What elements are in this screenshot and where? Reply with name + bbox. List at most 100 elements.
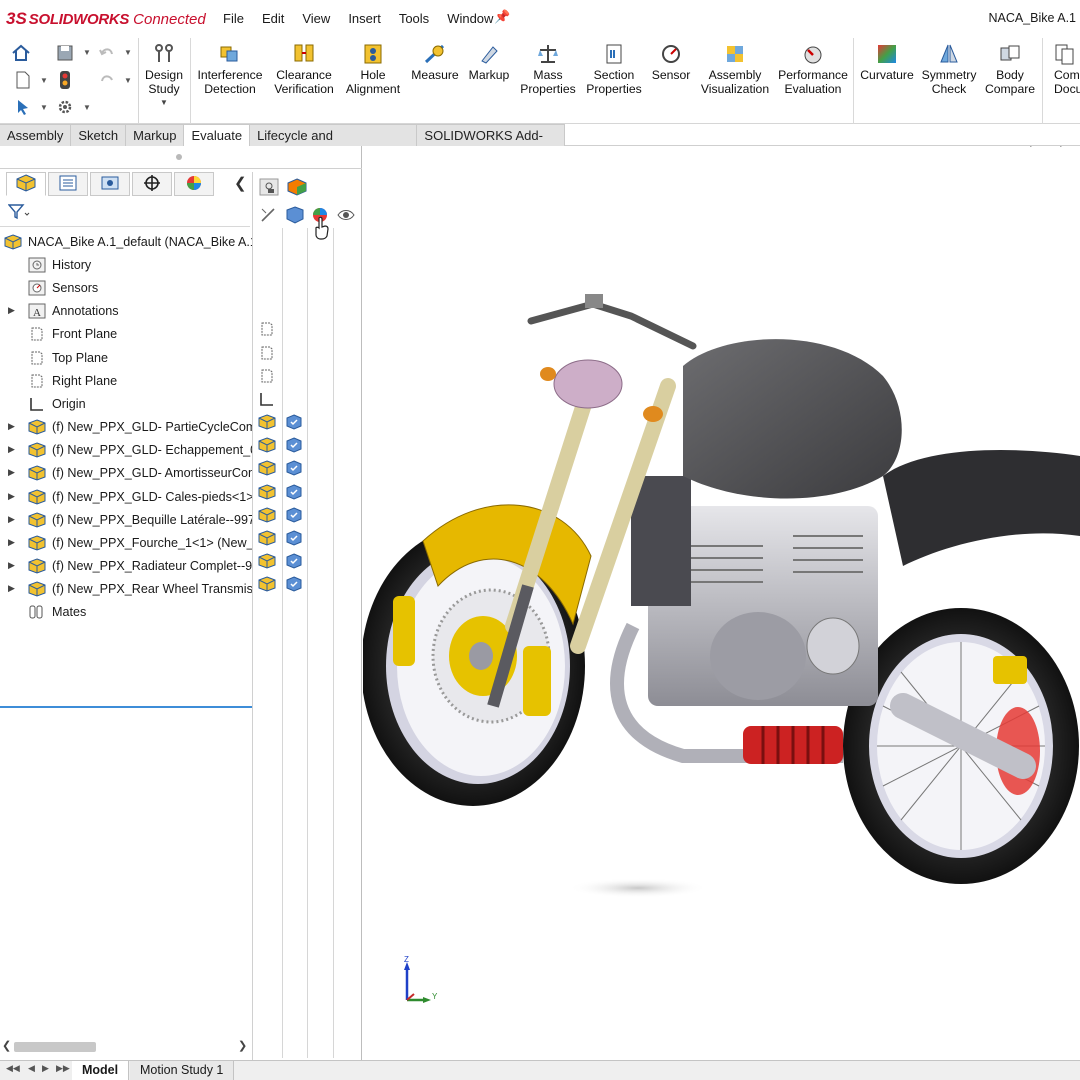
component-visibility-icon[interactable] (258, 529, 276, 547)
first-tab-icon[interactable]: ◀◀ (6, 1063, 20, 1074)
body-compare-button[interactable]: Body Compare (982, 42, 1038, 96)
clearance-verification-button[interactable]: Clearance Verification (272, 42, 336, 96)
origin-visibility-icon[interactable] (258, 390, 276, 408)
tab-configuration-manager[interactable] (90, 172, 130, 196)
motorcycle-model[interactable] (363, 146, 1080, 1060)
tab-sketch[interactable]: Sketch (71, 124, 127, 146)
tree-item-f-new-ppx-gld-echappement-0[interactable]: ▶ (f) New_PPX_GLD- Echappement_0< (0, 438, 252, 461)
tree-item-front-plane[interactable]: Front Plane (0, 322, 252, 345)
last-tab-icon[interactable]: ▶▶ (56, 1063, 70, 1074)
interference-detection-button[interactable]: Interference Detection (195, 42, 265, 96)
transparency-eye-icon[interactable] (335, 204, 357, 226)
chevron-down-icon[interactable]: ▼ (124, 76, 132, 85)
chevron-down-icon[interactable]: ▼ (160, 98, 168, 107)
scroll-right-icon[interactable]: ❯ (238, 1039, 247, 1052)
tree-item-f-new-ppx-gld-cales-pieds-1[interactable]: ▶ (f) New_PPX_GLD- Cales-pieds<1> ( (0, 485, 252, 508)
tab-solidworks-add-ins[interactable]: SOLIDWORKS Add-Ins (417, 124, 565, 164)
tab-evaluate[interactable]: Evaluate (184, 124, 251, 146)
plane-visibility-icon[interactable] (258, 367, 276, 385)
tab-markup[interactable]: Markup (126, 124, 185, 146)
menu-view[interactable]: View (293, 11, 339, 26)
home-icon[interactable] (10, 42, 32, 64)
compare-documents-button[interactable]: Comp Docu (1046, 42, 1080, 96)
tree-item-mates[interactable]: Mates (0, 600, 252, 623)
scroll-left-icon[interactable]: ❮ (2, 1039, 11, 1052)
tab-display-manager[interactable] (174, 172, 214, 196)
tab-dimxpert-manager[interactable] (132, 172, 172, 196)
tree-item-f-new-ppx-rear-wheel-transmissi[interactable]: ▶ (f) New_PPX_Rear Wheel Transmissi (0, 577, 252, 600)
expand-arrow-icon[interactable]: ▶ (8, 583, 15, 594)
hide-show-icon[interactable] (257, 204, 279, 226)
expand-arrow-icon[interactable]: ▶ (8, 444, 15, 455)
tab-feature-manager[interactable] (6, 172, 46, 196)
graphics-area[interactable]: Z Y (363, 146, 1080, 1060)
markup-button[interactable]: Markup (465, 42, 513, 82)
component-visibility-icon[interactable] (258, 413, 276, 431)
display-mode-icon[interactable] (285, 413, 303, 431)
measure-button[interactable]: Measure (409, 42, 461, 82)
chevron-down-icon[interactable]: ▼ (83, 48, 91, 57)
plane-visibility-icon[interactable] (258, 320, 276, 338)
menu-file[interactable]: File (214, 11, 253, 26)
performance-evaluation-button[interactable]: Performance Evaluation (777, 42, 849, 96)
chevron-down-icon[interactable]: ▼ (83, 103, 91, 112)
tree-item-right-plane[interactable]: Right Plane (0, 369, 252, 392)
menu-edit[interactable]: Edit (253, 11, 293, 26)
tree-item-history[interactable]: History (0, 253, 252, 276)
filter-icon[interactable] (7, 204, 30, 223)
display-mode-icon[interactable] (284, 204, 306, 226)
component-visibility-icon[interactable] (258, 459, 276, 477)
pin-menu-icon[interactable]: 📌 (494, 9, 510, 25)
tab-lifecycle-and-collaboration[interactable]: Lifecycle and Collaboration (250, 124, 418, 164)
chevron-down-icon[interactable]: ▼ (40, 103, 48, 112)
curvature-button[interactable]: Curvature (858, 42, 916, 82)
tree-root-assembly[interactable]: NACA_Bike A.1_default (NACA_Bike A.1_ (0, 230, 252, 253)
design-study-button[interactable]: Design Study ▼ (144, 42, 184, 107)
chevron-down-icon[interactable]: ▼ (40, 76, 48, 85)
redo-icon[interactable] (96, 69, 118, 91)
tab-property-manager[interactable] (48, 172, 88, 196)
hole-alignment-button[interactable]: Hole Alignment (344, 42, 402, 96)
select-arrow-icon[interactable] (12, 96, 34, 118)
component-visibility-icon[interactable] (258, 552, 276, 570)
panel-grip-handle[interactable] (176, 154, 182, 160)
tree-item-top-plane[interactable]: Top Plane (0, 346, 252, 369)
display-mode-icon[interactable] (285, 506, 303, 524)
component-visibility-icon[interactable] (258, 575, 276, 593)
tree-item-annotations[interactable]: ▶ A Annotations (0, 299, 252, 322)
fuel-tank[interactable] (683, 339, 902, 499)
chevron-left-icon[interactable]: ❮ (234, 174, 247, 192)
new-document-icon[interactable] (12, 69, 34, 91)
display-mode-icon[interactable] (285, 552, 303, 570)
component-visibility-icon[interactable] (258, 483, 276, 501)
tree-item-f-new-ppx-fourche-1-1-new-p[interactable]: ▶ (f) New_PPX_Fourche_1<1> (New_P (0, 531, 252, 554)
expand-arrow-icon[interactable]: ▶ (8, 467, 15, 478)
component-visibility-icon[interactable] (258, 436, 276, 454)
plane-visibility-icon[interactable] (258, 344, 276, 362)
display-mode-icon[interactable] (285, 459, 303, 477)
tab-motion-study-1[interactable]: Motion Study 1 (130, 1061, 235, 1080)
tree-item-origin[interactable]: Origin (0, 392, 252, 415)
symmetry-check-button[interactable]: Symmetry Check (921, 42, 977, 96)
app-logo[interactable]: 3S SOLIDWORKS Connected (6, 8, 206, 30)
rebuild-traffic-light-icon[interactable] (54, 69, 76, 91)
tree-item-f-new-ppx-gld-amortisseurcom[interactable]: ▶ (f) New_PPX_GLD- AmortisseurCom (0, 461, 252, 484)
gear-icon[interactable] (54, 96, 76, 118)
section-properties-button[interactable]: Section Properties (584, 42, 644, 96)
undo-icon[interactable] (96, 42, 118, 64)
tab-assembly[interactable]: Assembly (0, 124, 72, 146)
tree-horizontal-scrollbar[interactable]: ❮ ❯ (0, 1038, 252, 1056)
save-icon[interactable] (54, 42, 76, 64)
chevron-down-icon[interactable]: ▼ (124, 48, 132, 57)
tree-item-f-new-ppx-bequille-lat-rale-9971[interactable]: ▶ (f) New_PPX_Bequille Latérale--9971 (0, 508, 252, 531)
expand-arrow-icon[interactable]: ▶ (8, 491, 15, 502)
assembly-visualization-button[interactable]: Assembly Visualization (698, 42, 772, 96)
display-mode-icon[interactable] (285, 483, 303, 501)
expand-arrow-icon[interactable]: ▶ (8, 421, 15, 432)
tree-item-sensors[interactable]: Sensors (0, 276, 252, 299)
component-visibility-icon[interactable] (258, 506, 276, 524)
expand-arrow-icon[interactable]: ▶ (8, 305, 15, 316)
display-mode-icon[interactable] (285, 575, 303, 593)
sensor-button[interactable]: Sensor (648, 42, 694, 82)
menu-tools[interactable]: Tools (390, 11, 438, 26)
